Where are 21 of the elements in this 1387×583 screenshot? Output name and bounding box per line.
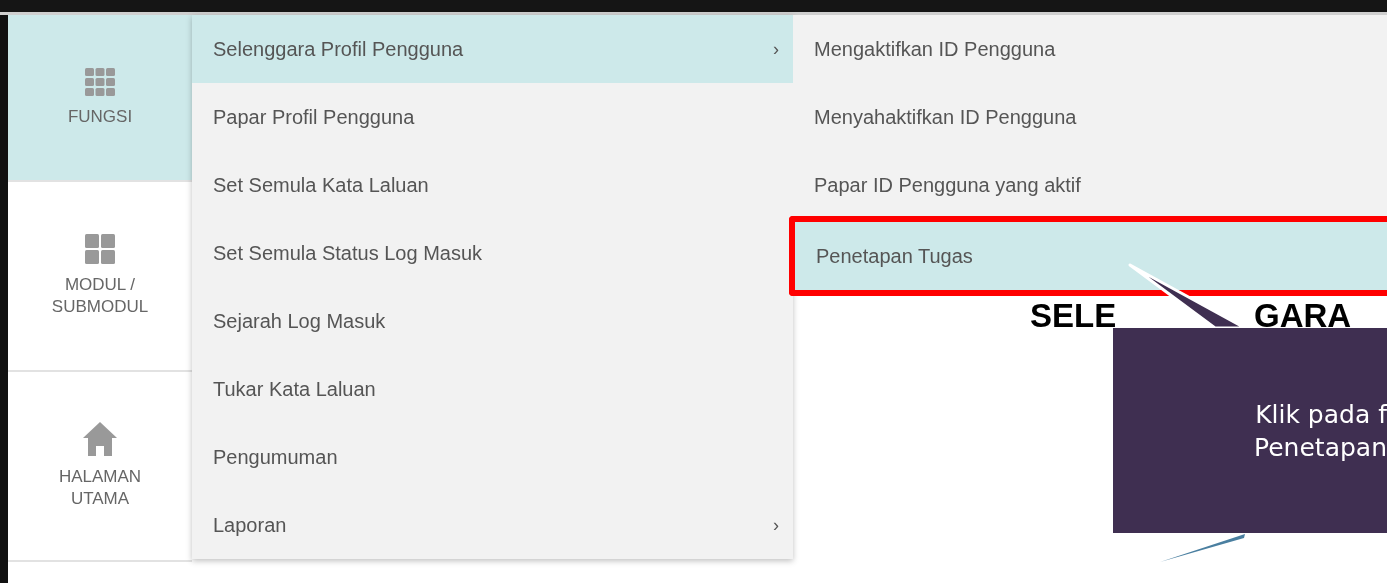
submenu-item[interactable]: Mengaktifkan ID Pengguna <box>793 15 1387 83</box>
page-heading: SELE <box>1030 298 1117 334</box>
submenu-item[interactable]: Penetapan Tugas <box>795 222 1387 290</box>
menu-item[interactable]: Set Semula Kata Laluan <box>192 151 793 219</box>
home-icon <box>83 422 117 456</box>
grid-icon <box>85 67 115 96</box>
callout-text: Klik pada f Penetapan <box>1254 398 1387 464</box>
chevron-icon: › <box>773 514 779 536</box>
menu-item[interactable]: Laporan › <box>192 491 793 559</box>
sidebar-item[interactable]: FUNGSI <box>8 15 192 182</box>
tiles-icon <box>85 234 115 264</box>
chevron-icon: › <box>773 38 779 60</box>
menu-item[interactable]: Sejarah Log Masuk <box>192 287 793 355</box>
page-heading: GARA <box>1254 298 1352 334</box>
submenu-item[interactable]: Papar ID Pengguna yang aktif <box>793 151 1387 219</box>
menu-item[interactable]: Selenggara Profil Pengguna › <box>192 15 793 83</box>
menu-item[interactable]: Set Semula Status Log Masuk <box>192 219 793 287</box>
menu-item[interactable]: Tukar Kata Laluan <box>192 355 793 423</box>
submenu-item[interactable]: Menyahaktifkan ID Pengguna <box>793 83 1387 151</box>
menu-item[interactable]: Papar Profil Pengguna <box>192 83 793 151</box>
menu-item[interactable]: Pengumuman <box>192 423 793 491</box>
